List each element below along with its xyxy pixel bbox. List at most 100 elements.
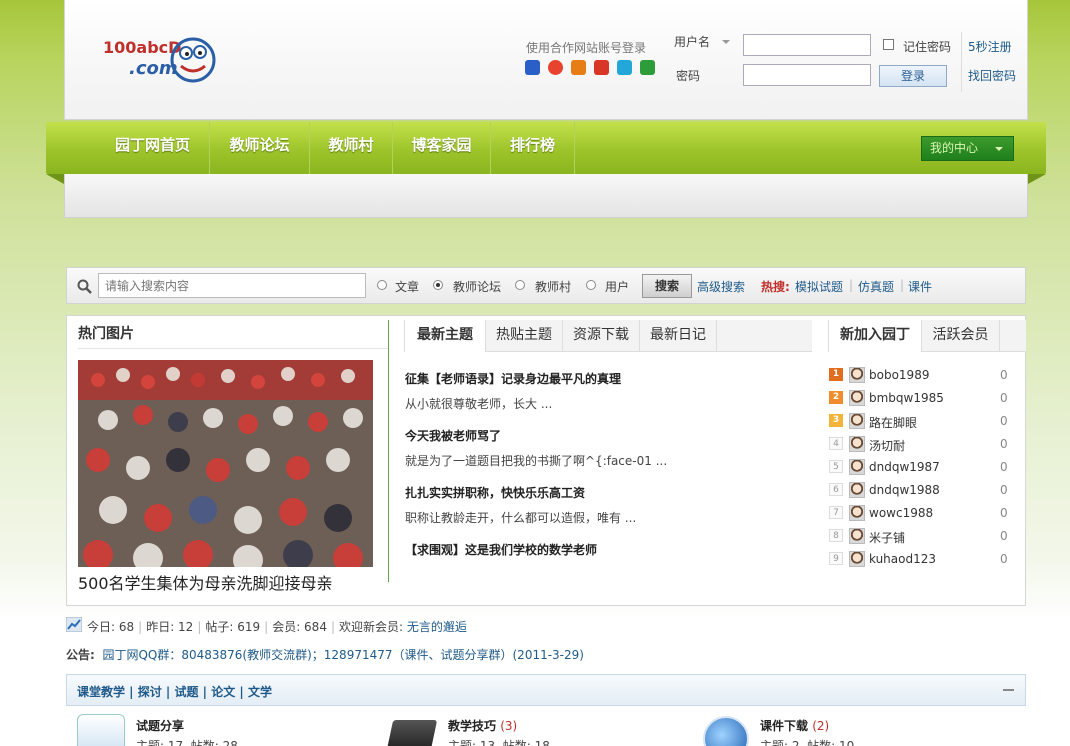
sub-nav-bar: [64, 174, 1028, 218]
hot-search-link-2[interactable]: 仿真题: [858, 278, 894, 295]
weibo-icon[interactable]: [548, 60, 563, 75]
username-input[interactable]: [743, 34, 871, 56]
member-count: 0: [1000, 506, 1008, 520]
nav-item-village[interactable]: 教师村: [310, 122, 393, 174]
tab-active-members[interactable]: 活跃会员: [922, 320, 1000, 352]
welcome-label: 欢迎新会员:: [339, 620, 404, 634]
member-row[interactable]: 6 dndqw1988 0: [829, 481, 1009, 501]
announcement-link[interactable]: 园丁网QQ群：80483876(教师交流群)；128971477（课件、试题分享…: [102, 648, 584, 662]
nav-fold-left: [46, 174, 64, 184]
rank-badge: 1: [829, 368, 843, 381]
coop-login-label: 使用合作网站账号登录: [526, 41, 647, 55]
hot-search-link-3[interactable]: 课件: [908, 278, 932, 295]
douban-icon[interactable]: [640, 60, 655, 75]
nav-item-blog[interactable]: 博客家园: [393, 122, 491, 174]
topic-title[interactable]: 【求围观】这是我们学校的数学老师: [405, 541, 597, 558]
member-row[interactable]: 7 wowc1988 0: [829, 504, 1009, 524]
member-count: 0: [1000, 483, 1008, 497]
newest-member-link[interactable]: 无言的邂逅: [407, 620, 467, 634]
member-name[interactable]: 路在脚眼: [869, 414, 917, 431]
avatar: [849, 390, 865, 406]
rank-badge: 9: [829, 552, 843, 565]
avatar: [849, 505, 865, 521]
forum-name[interactable]: 试题分享: [136, 717, 184, 734]
username-label: 用户名: [674, 35, 711, 49]
member-name[interactable]: wowc1988: [869, 506, 933, 520]
nav-item-home[interactable]: 园丁网首页: [96, 122, 210, 174]
forum-name-text: 课件下载: [760, 719, 809, 733]
forum-icon-cup[interactable]: [77, 714, 125, 746]
baidu-icon[interactable]: [525, 60, 540, 75]
chevron-down-icon: [995, 147, 1003, 151]
member-name[interactable]: bobo1989: [869, 368, 929, 382]
remember-checkbox[interactable]: [883, 39, 894, 50]
tab-latest-diaries[interactable]: 最新日记: [640, 320, 717, 352]
search-radio-village[interactable]: [515, 280, 525, 290]
tab-latest-topics[interactable]: 最新主题: [404, 320, 486, 352]
forum-icon-tablet[interactable]: [386, 720, 438, 746]
member-row[interactable]: 8 米子铺 0: [829, 527, 1009, 547]
announcement-label: 公告:: [66, 648, 95, 662]
hot-search-link-1[interactable]: 模拟试题: [795, 278, 843, 295]
renren-icon[interactable]: [571, 60, 586, 75]
search-icon: [77, 279, 92, 294]
member-name[interactable]: dndqw1987: [869, 460, 940, 474]
topic-title[interactable]: 征集【老师语录】记录身边最平凡的真理: [405, 370, 621, 387]
forum-name[interactable]: 教学技巧 (3): [448, 717, 517, 734]
member-row[interactable]: 3 路在脚眼 0: [829, 412, 1009, 432]
topic-title[interactable]: 扎扎实实拼职称，快快乐乐高工资: [405, 484, 585, 501]
member-row[interactable]: 1 bobo1989 0: [829, 366, 1009, 386]
site-logo[interactable]: 100abcD .com: [103, 36, 218, 86]
hot-search-label: 热搜:: [761, 280, 790, 294]
tab-downloads[interactable]: 资源下载: [563, 320, 640, 352]
search-input[interactable]: [98, 273, 366, 298]
forum-meta: 主题: 2, 帖数: 10: [760, 739, 855, 746]
search-radio-user[interactable]: [586, 280, 596, 290]
topic-summary: 就是为了一道题目把我的书撕了啊^{:face-01 ...: [405, 454, 668, 468]
collapse-icon[interactable]: [1003, 689, 1014, 691]
member-row[interactable]: 5 dndqw1987 0: [829, 458, 1009, 478]
forum-name[interactable]: 课件下载 (2): [760, 717, 829, 734]
member-row[interactable]: 2 bmbqw1985 0: [829, 389, 1009, 409]
nav-item-ranking[interactable]: 排行榜: [491, 122, 575, 174]
kaixin-icon[interactable]: [594, 60, 609, 75]
forum-icon-globe[interactable]: [703, 716, 749, 746]
advanced-search-link[interactable]: 高级搜索: [697, 278, 745, 295]
tab-new-members[interactable]: 新加入园丁: [828, 320, 922, 352]
search-radio-article[interactable]: [377, 280, 387, 290]
rank-badge: 8: [829, 529, 843, 542]
member-count: 0: [1000, 368, 1008, 382]
member-name[interactable]: kuhaod123: [869, 552, 936, 566]
password-label: 密码: [676, 69, 701, 83]
hot-picture-caption[interactable]: 500名学生集体为母亲洗脚迎接母亲: [78, 570, 333, 594]
member-row[interactable]: 9 kuhaod123 0: [829, 550, 1009, 570]
avatar: [849, 459, 865, 475]
stats-chart-icon: [66, 617, 82, 632]
remember-label: 记住密码: [903, 40, 952, 54]
username-dropdown-icon[interactable]: [722, 40, 730, 44]
login-button[interactable]: 登录: [879, 65, 947, 87]
nav-item-forum[interactable]: 教师论坛: [210, 122, 310, 174]
search-button[interactable]: 搜索: [642, 274, 692, 298]
password-input[interactable]: [743, 64, 871, 86]
member-count: 0: [1000, 460, 1008, 474]
member-name[interactable]: dndqw1988: [869, 483, 940, 497]
search-radio-forum[interactable]: [433, 280, 443, 290]
hot-picture-image[interactable]: [78, 360, 373, 567]
avatar: [849, 551, 865, 567]
hot-sep: |: [900, 278, 905, 292]
hot-sep: |: [849, 278, 854, 292]
avatar: [849, 367, 865, 383]
forum-category-title[interactable]: 课堂教学 | 探讨 | 试题 | 论文 | 文学: [77, 683, 272, 700]
tab-hot-posts[interactable]: 热贴主题: [486, 320, 563, 352]
my-center-dropdown[interactable]: 我的中心: [921, 136, 1014, 161]
member-name[interactable]: bmbqw1985: [869, 391, 944, 405]
forgot-password-link[interactable]: 找回密码: [968, 67, 1016, 84]
search-option-article: 文章: [395, 280, 420, 294]
member-name[interactable]: 汤切耐: [869, 437, 905, 454]
member-row[interactable]: 4 汤切耐 0: [829, 435, 1009, 455]
qq-icon[interactable]: [617, 60, 632, 75]
member-name[interactable]: 米子铺: [869, 529, 905, 546]
topic-title[interactable]: 今天我被老师骂了: [405, 427, 501, 444]
register-link[interactable]: 5秒注册: [968, 38, 1012, 55]
